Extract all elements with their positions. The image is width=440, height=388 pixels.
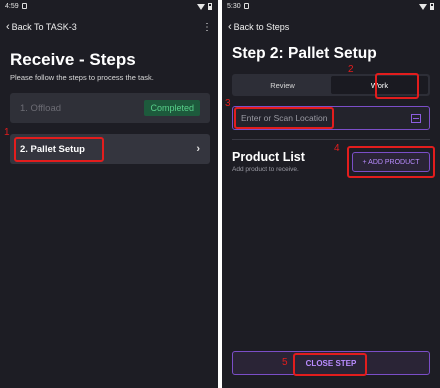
step-label: 1. Offload bbox=[20, 102, 62, 114]
chevron-left-icon: ‹ bbox=[6, 20, 10, 33]
annotation-box-4 bbox=[347, 146, 435, 178]
battery-icon bbox=[208, 3, 212, 10]
back-to-steps-button[interactable]: ‹ Back to Steps bbox=[228, 20, 290, 33]
page-subtitle: Please follow the steps to process the t… bbox=[10, 73, 154, 82]
annotation-number-5: 5 bbox=[282, 357, 288, 368]
notification-icon bbox=[22, 3, 27, 9]
annotation-box-2 bbox=[375, 73, 419, 99]
wifi-icon bbox=[419, 3, 427, 10]
chevron-right-icon: › bbox=[196, 143, 200, 155]
status-badge: Completed bbox=[144, 100, 200, 116]
wifi-icon bbox=[197, 3, 205, 10]
scan-icon[interactable] bbox=[411, 113, 421, 123]
product-list-title: Product List bbox=[232, 150, 305, 164]
annotation-number-1: 1 bbox=[4, 127, 10, 138]
annotation-box-1 bbox=[14, 137, 104, 162]
annotation-box-5 bbox=[293, 353, 367, 376]
product-list-subtitle: Add product to receive. bbox=[232, 166, 299, 173]
page-title: Receive - Steps bbox=[10, 50, 136, 69]
divider bbox=[232, 139, 430, 140]
notification-icon bbox=[244, 3, 249, 9]
tab-review[interactable]: Review bbox=[234, 76, 331, 94]
status-bar: 4:59 bbox=[0, 0, 218, 14]
app-bar: ‹ Back to Steps bbox=[228, 20, 434, 34]
page-title: Step 2: Pallet Setup bbox=[232, 45, 377, 62]
more-vert-icon[interactable]: ⋮ bbox=[202, 22, 212, 33]
chevron-left-icon: ‹ bbox=[228, 20, 232, 33]
pallet-setup-screen: 5:30 ‹ Back to Steps Step 2: Pallet Setu… bbox=[222, 0, 440, 388]
status-time: 5:30 bbox=[227, 3, 241, 10]
annotation-box-3 bbox=[234, 107, 334, 129]
battery-icon bbox=[430, 3, 434, 10]
receive-steps-screen: 4:59 ‹ Back To TASK-3 ⋮ Receive - Steps … bbox=[0, 0, 218, 388]
back-label: Back to Steps bbox=[233, 22, 290, 32]
status-bar: 5:30 bbox=[222, 0, 440, 14]
annotation-number-2: 2 bbox=[348, 64, 354, 75]
annotation-number-3: 3 bbox=[225, 98, 231, 109]
status-time: 4:59 bbox=[5, 3, 19, 10]
back-label: Back To TASK-3 bbox=[11, 22, 77, 32]
app-bar: ‹ Back To TASK-3 ⋮ bbox=[6, 20, 212, 34]
step-offload[interactable]: 1. Offload Completed bbox=[10, 93, 210, 123]
annotation-number-4: 4 bbox=[334, 143, 340, 154]
back-to-task-button[interactable]: ‹ Back To TASK-3 bbox=[6, 20, 77, 33]
